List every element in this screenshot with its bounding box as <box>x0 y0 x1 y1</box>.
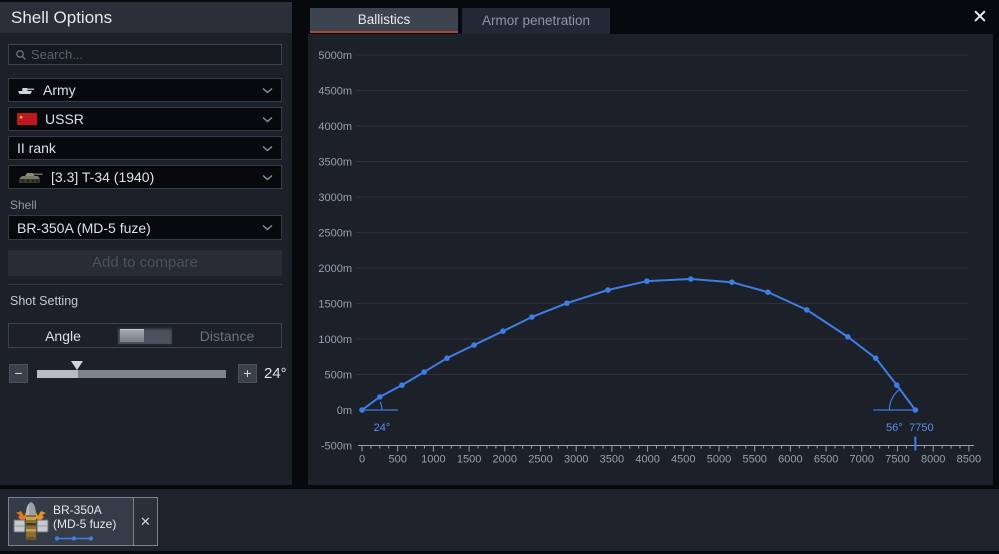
add-to-compare-button[interactable]: Add to compare <box>8 250 282 276</box>
search-icon <box>15 49 27 61</box>
svg-text:1000m: 1000m <box>318 334 352 346</box>
svg-text:1500: 1500 <box>457 454 481 466</box>
compare-bar: BR-350A (MD-5 fuze) ✕ <box>0 489 999 551</box>
svg-text:4000m: 4000m <box>318 121 352 133</box>
selected-shell-info: BR-350A (MD-5 fuze) <box>53 498 133 545</box>
tank-icon <box>17 86 35 95</box>
gridlines <box>356 55 968 375</box>
shot-setting-label: Shot Setting <box>10 294 78 308</box>
dropdown-rank[interactable]: II rank <box>8 136 282 160</box>
x-axis: 0 500 1000 1500 2000 2500 3000 3500 4000 4500 5000… <box>358 446 981 466</box>
search-input[interactable] <box>27 47 281 62</box>
ballistics-chart-panel: -500m 0m 500m 1000m 1500m 2000m 2500m 3000m 3500… <box>308 34 993 485</box>
search-box[interactable] <box>8 44 282 65</box>
dropdown-vehicle[interactable]: [3.3] T-34 (1940) <box>8 165 282 189</box>
dropdown-nation[interactable]: USSR <box>8 107 282 131</box>
chevron-down-icon <box>262 224 273 231</box>
vehicle-icon <box>17 170 43 184</box>
svg-text:2000: 2000 <box>493 454 517 466</box>
svg-text:6000: 6000 <box>778 454 802 466</box>
page-title: Shell Options <box>0 2 292 33</box>
dropdown-branch[interactable]: Army <box>8 78 282 102</box>
shell-options-screen: Shell Options Army <box>0 0 999 554</box>
y-axis-labels: -500m 0m 500m 1000m 1500m 2000m 2500m 3000m 3500… <box>318 50 352 453</box>
svg-text:1000: 1000 <box>421 454 445 466</box>
angle-value: 24° <box>264 365 287 382</box>
svg-text:4000: 4000 <box>635 454 659 466</box>
selected-shell-card[interactable]: BR-350A (MD-5 fuze) ✕ <box>8 497 158 546</box>
angle-slider[interactable] <box>37 370 226 378</box>
svg-text:-500m: -500m <box>321 441 352 453</box>
angle-distance-toggle[interactable]: Angle Distance <box>8 323 282 348</box>
svg-text:500m: 500m <box>324 370 352 382</box>
slider-fill <box>37 370 78 378</box>
svg-text:3000: 3000 <box>564 454 588 466</box>
svg-text:3500: 3500 <box>600 454 624 466</box>
chevron-down-icon <box>262 174 273 181</box>
chevron-down-icon <box>262 116 273 123</box>
dropdown-nation-label: USSR <box>45 111 84 127</box>
chevron-down-icon <box>262 145 273 152</box>
shell-section-label: Shell <box>10 198 37 212</box>
selected-shell-fuze: (MD-5 fuze) <box>53 517 133 531</box>
dropdown-branch-label: Army <box>43 82 76 98</box>
toggle-switch[interactable] <box>117 327 173 345</box>
slider-thumb[interactable] <box>71 361 83 370</box>
svg-text:4500: 4500 <box>671 454 695 466</box>
angle-increase-button[interactable]: + <box>238 364 257 383</box>
toggle-option-distance[interactable]: Distance <box>173 328 281 344</box>
svg-text:2500: 2500 <box>528 454 552 466</box>
svg-text:1500m: 1500m <box>318 299 352 311</box>
svg-text:2000m: 2000m <box>318 263 352 275</box>
svg-text:5000m: 5000m <box>318 50 352 62</box>
svg-text:56°: 56° <box>886 422 903 434</box>
svg-text:0m: 0m <box>337 405 352 417</box>
tab-ballistics[interactable]: Ballistics <box>310 8 458 33</box>
chevron-down-icon <box>262 87 273 94</box>
toggle-knob[interactable] <box>120 329 144 342</box>
svg-text:7500: 7500 <box>885 454 909 466</box>
angle-decrease-button[interactable]: − <box>9 364 28 383</box>
dropdown-rank-label: II rank <box>17 140 56 156</box>
svg-text:24°: 24° <box>374 422 391 434</box>
svg-text:4500m: 4500m <box>318 86 352 98</box>
svg-text:7000: 7000 <box>850 454 874 466</box>
dropdown-vehicle-label: [3.3] T-34 (1940) <box>51 169 154 185</box>
dropdown-shell[interactable]: BR-350A (MD-5 fuze) <box>8 215 282 240</box>
svg-text:8000: 8000 <box>921 454 945 466</box>
svg-text:7750: 7750 <box>909 422 933 434</box>
svg-text:8500: 8500 <box>957 454 981 466</box>
svg-text:500: 500 <box>389 454 407 466</box>
trajectory-curve <box>359 276 918 413</box>
ballistics-chart: -500m 0m 500m 1000m 1500m 2000m 2500m 3000m 3500… <box>308 34 993 485</box>
toggle-option-angle[interactable]: Angle <box>9 328 117 344</box>
svg-text:3500m: 3500m <box>318 157 352 169</box>
angle-annotations: 24° 56° 7750 <box>362 388 934 450</box>
svg-text:3000m: 3000m <box>318 192 352 204</box>
divider <box>8 284 282 285</box>
remove-shell-button[interactable]: ✕ <box>133 498 157 545</box>
svg-text:6500: 6500 <box>814 454 838 466</box>
svg-text:5500: 5500 <box>742 454 766 466</box>
tab-armor-penetration[interactable]: Armor penetration <box>462 8 610 34</box>
svg-text:2500m: 2500m <box>318 228 352 240</box>
ussr-flag-icon <box>17 113 37 125</box>
sidebar: Shell Options Army <box>0 2 292 485</box>
svg-text:0: 0 <box>359 454 365 466</box>
shell-icon <box>9 498 53 545</box>
trajectory-mini-icon <box>53 535 95 542</box>
close-icon[interactable]: ✕ <box>964 4 996 32</box>
selected-shell-name: BR-350A <box>53 503 133 517</box>
svg-text:5000: 5000 <box>707 454 731 466</box>
dropdown-shell-label: BR-350A (MD-5 fuze) <box>17 220 151 236</box>
